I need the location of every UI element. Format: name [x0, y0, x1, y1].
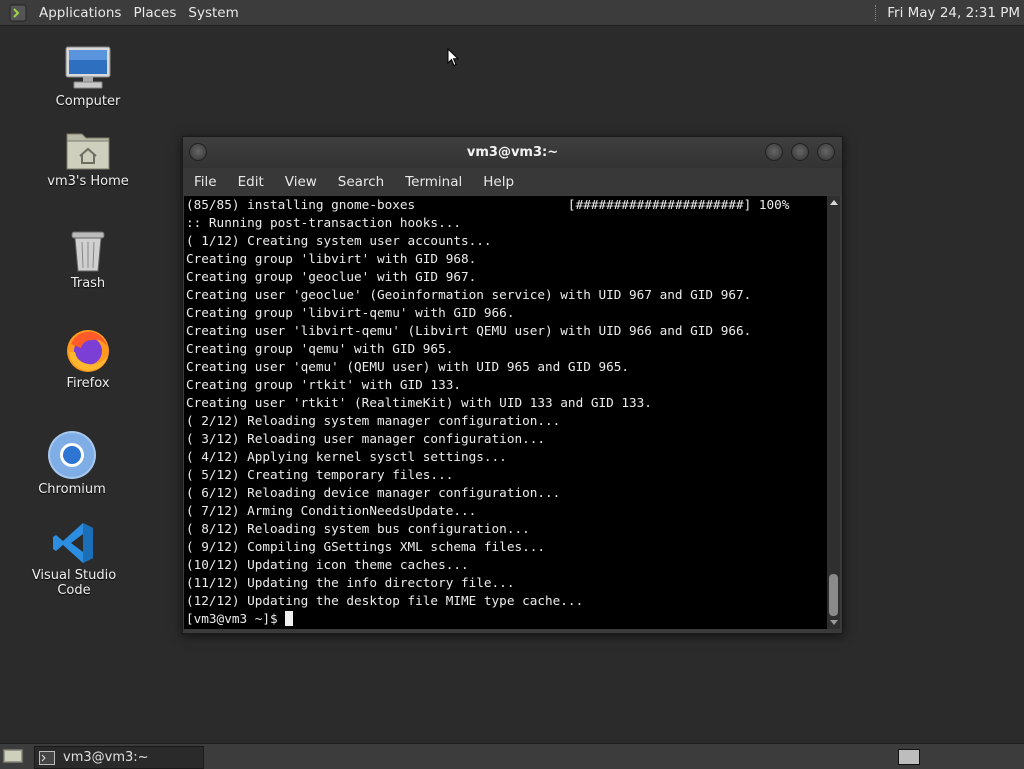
terminal-line: ( 1/12) Creating system user accounts... [186, 233, 492, 248]
desktop-icon-label: Firefox [66, 376, 110, 391]
firefox-icon [67, 330, 109, 372]
terminal-output[interactable]: (85/85) installing gnome-boxes [########… [184, 196, 827, 629]
window-title: vm3@vm3:~ [466, 145, 559, 160]
minimize-button[interactable] [765, 143, 783, 161]
text-cursor [285, 611, 294, 626]
bottom-panel: vm3@vm3:~ [0, 743, 1024, 769]
menu-view[interactable]: View [274, 174, 327, 190]
terminal-line: Creating user 'libvirt-qemu' (Libvirt QE… [186, 323, 752, 338]
terminal-line: Creating user 'geoclue' (Geoinformation … [186, 287, 752, 302]
taskbar-window-label: vm3@vm3:~ [63, 750, 149, 765]
desktop-icon-trash[interactable]: Trash [33, 228, 143, 291]
vscode-icon [53, 523, 93, 563]
terminal-line: ( 7/12) Arming ConditionNeedsUpdate... [186, 503, 477, 518]
desktop-icon-label: vm3's Home [47, 174, 129, 189]
computer-icon [65, 46, 111, 89]
taskbar-window-button[interactable]: vm3@vm3:~ [34, 746, 204, 769]
terminal-line: :: Running post-transaction hooks... [186, 215, 461, 230]
system-menu[interactable]: System [182, 5, 244, 21]
places-menu[interactable]: Places [127, 5, 182, 21]
desktop-icon-label: Chromium [38, 482, 106, 497]
terminal-line: ( 8/12) Reloading system bus configurati… [186, 521, 530, 536]
scroll-up-arrow-icon[interactable] [830, 200, 838, 205]
desktop-icon-label: Trash [70, 276, 106, 291]
desktop-icon-label: Visual Studio Code [31, 568, 117, 598]
terminal-window[interactable]: vm3@vm3:~ File Edit View Search Terminal… [182, 136, 843, 634]
terminal-line: (12/12) Updating the desktop file MIME t… [186, 593, 584, 608]
terminal-line: ( 5/12) Creating temporary files... [186, 467, 454, 482]
desktop-icon-label: Computer [55, 94, 121, 109]
scroll-down-arrow-icon[interactable] [830, 620, 838, 625]
terminal-prompt-line[interactable]: [vm3@vm3 ~]$ [184, 610, 827, 628]
terminal-line: ( 2/12) Reloading system manager configu… [186, 413, 561, 428]
menu-file[interactable]: File [183, 174, 227, 190]
terminal-line: Creating group 'rtkit' with GID 133. [186, 377, 461, 392]
terminal-line: Creating user 'rtkit' (RealtimeKit) with… [186, 395, 652, 410]
terminal-scrollbar[interactable] [827, 196, 840, 629]
clock-text: Fri May 24, 2:31 PM [887, 4, 1020, 21]
terminal-icon [39, 750, 55, 765]
window-titlebar[interactable]: vm3@vm3:~ [183, 137, 842, 168]
terminal-line: (10/12) Updating icon theme caches... [186, 557, 469, 572]
desktop-icon-home[interactable]: vm3's Home [33, 128, 143, 189]
clock-applet[interactable]: Fri May 24, 2:31 PM [875, 0, 1020, 25]
scrollbar-thumb[interactable] [829, 574, 838, 616]
terminal-line: (85/85) installing gnome-boxes [########… [186, 197, 790, 212]
terminal-line: ( 3/12) Reloading user manager configura… [186, 431, 546, 446]
close-button[interactable] [817, 143, 835, 161]
show-desktop-icon[interactable] [2, 747, 24, 765]
chromium-icon [48, 431, 96, 479]
menu-help[interactable]: Help [472, 174, 524, 190]
terminal-line: ( 6/12) Reloading device manager configu… [186, 485, 561, 500]
shell-prompt: [vm3@vm3 ~]$ [186, 611, 286, 626]
desktop-icon-computer[interactable]: Computer [33, 44, 143, 109]
trash-icon [71, 231, 105, 272]
desktop-icon-firefox[interactable]: Firefox [33, 326, 143, 391]
mouse-pointer-icon [447, 48, 459, 67]
main-menu-icon[interactable] [7, 2, 29, 24]
terminal-line: ( 9/12) Compiling GSettings XML schema f… [186, 539, 546, 554]
terminal-menubar: File Edit View Search Terminal Help [183, 168, 842, 195]
applications-menu[interactable]: Applications [33, 5, 127, 21]
terminal-line: Creating group 'libvirt-qemu' with GID 9… [186, 305, 515, 320]
home-folder-icon [66, 133, 110, 170]
desktop-icon-chromium[interactable]: Chromium [17, 430, 127, 497]
window-menu-button[interactable] [189, 143, 207, 161]
terminal-line: Creating user 'qemu' (QEMU user) with UI… [186, 359, 630, 374]
maximize-button[interactable] [791, 143, 809, 161]
terminal-line: Creating group 'geoclue' with GID 967. [186, 269, 477, 284]
workspace-switcher[interactable] [898, 749, 920, 765]
terminal-line: (11/12) Updating the info directory file… [186, 575, 515, 590]
terminal-line: Creating group 'qemu' with GID 965. [186, 341, 454, 356]
menu-terminal[interactable]: Terminal [394, 174, 472, 190]
panel-separator [875, 4, 879, 21]
top-panel: Applications Places System Fri May 24, 2… [0, 0, 1024, 26]
menu-search[interactable]: Search [327, 174, 394, 190]
menu-edit[interactable]: Edit [227, 174, 274, 190]
desktop-icon-vscode[interactable]: Visual Studio Code [19, 520, 129, 598]
terminal-line: ( 4/12) Applying kernel sysctl settings.… [186, 449, 507, 464]
terminal-line: Creating group 'libvirt' with GID 968. [186, 251, 477, 266]
